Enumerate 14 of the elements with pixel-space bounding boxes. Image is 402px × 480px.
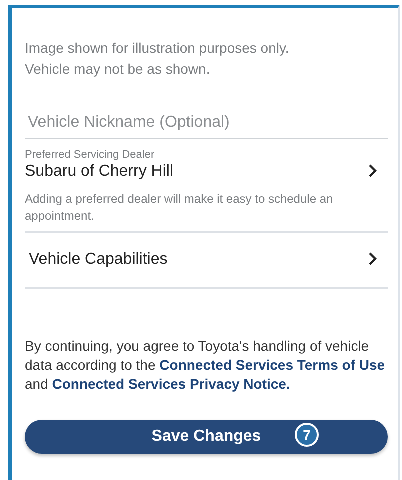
step-badge: 7 — [295, 423, 319, 447]
dealer-name: Subaru of Cherry Hill — [25, 163, 174, 181]
chevron-right-icon — [368, 252, 378, 266]
save-changes-button[interactable]: Save Changes 7 — [25, 420, 388, 454]
terms-link[interactable]: Connected Services Terms of Use — [160, 357, 386, 373]
menu-item[interactable]: Vehicle Capabilities — [25, 233, 388, 289]
dealer-helper-text: Adding a preferred dealer will make it easy to schedule an appointment. — [25, 191, 388, 233]
legal-text: By continuing, you agree to Toyota's handling of vehicle data according to the Connected Services Terms of Use and Connected Services Privacy Notice. — [25, 337, 386, 394]
dealer-label: Preferred Servicing Dealer — [25, 149, 156, 161]
dealer-row[interactable]: Preferred Servicing Dealer Subaru of Cherry Hill — [25, 149, 388, 181]
disclaimer-text: Image shown for illustration purposes only. Vehicle may not be as shown. — [25, 39, 290, 79]
terms-link[interactable]: Connected Services Privacy Notice. — [52, 376, 290, 392]
chevron-right-icon — [368, 164, 378, 178]
menu-item-label: Vehicle Capabilities — [29, 251, 168, 269]
